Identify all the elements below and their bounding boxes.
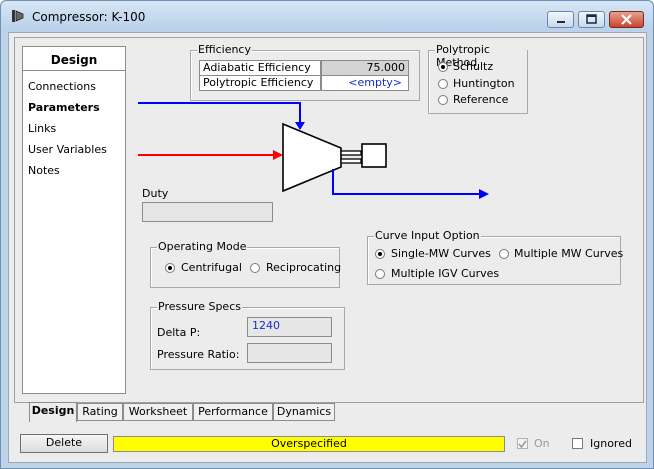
schultz-radio[interactable] (438, 62, 448, 72)
compressor-app-icon (12, 10, 24, 22)
ignored-label: Ignored (590, 437, 632, 450)
close-button[interactable] (609, 11, 644, 28)
minimize-button[interactable] (547, 11, 574, 28)
tab-design[interactable]: Design (29, 402, 77, 422)
design-panel: Design Connections Parameters Links User… (14, 37, 644, 403)
pressure-specs-title: Pressure Specs (157, 300, 242, 313)
huntington-label: Huntington (453, 77, 515, 90)
title-bar[interactable]: Compressor: K-100 (1, 1, 653, 31)
restore-button[interactable] (578, 11, 605, 28)
compressor-unit-icon (282, 122, 387, 193)
energy-stream-line (138, 102, 301, 128)
adiabatic-efficiency-label: Adiabatic Efficiency (199, 60, 321, 76)
window-client: Design Connections Parameters Links User… (8, 32, 647, 463)
reciprocating-radio[interactable] (250, 263, 260, 273)
single-mw-radio[interactable] (375, 249, 385, 259)
polytropic-efficiency-value[interactable]: <empty> (321, 75, 409, 91)
window-title: Compressor: K-100 (32, 10, 146, 24)
curve-input-group: Curve Input Option Single-MW Curves Mult… (367, 229, 624, 285)
duty-field[interactable] (142, 202, 273, 222)
checkmark-icon (518, 440, 527, 449)
multiple-mw-radio[interactable] (499, 249, 509, 259)
restore-icon (586, 14, 597, 24)
compressor-flow-diagram (138, 102, 489, 199)
multiple-igv-label: Multiple IGV Curves (391, 267, 500, 280)
delta-p-field[interactable]: 1240 (247, 317, 332, 337)
ignored-checkbox[interactable] (572, 438, 583, 449)
huntington-radio[interactable] (438, 79, 448, 89)
curve-input-title: Curve Input Option (374, 229, 481, 242)
minimize-icon (557, 21, 565, 23)
nav-item-notes[interactable]: Notes (28, 164, 60, 177)
reciprocating-label: Reciprocating (266, 261, 342, 274)
delta-p-label: Delta P: (157, 326, 201, 339)
nav-item-links[interactable]: Links (28, 122, 56, 135)
nav-item-connections[interactable]: Connections (28, 80, 96, 93)
nav-item-parameters[interactable]: Parameters (28, 101, 100, 114)
multiple-mw-label: Multiple MW Curves (514, 247, 624, 260)
pressure-ratio-label: Pressure Ratio: (157, 348, 240, 361)
pressure-ratio-field[interactable] (247, 343, 332, 363)
tab-performance[interactable]: Performance (193, 403, 273, 421)
polytropic-efficiency-label: Polytropic Efficiency (199, 75, 321, 91)
single-mw-label: Single-MW Curves (391, 247, 491, 260)
multiple-igv-radio[interactable] (375, 269, 385, 279)
on-label: On (534, 437, 550, 450)
pressure-specs-group: Pressure Specs Delta P: 1240 Pressure Ra… (150, 300, 345, 370)
schultz-label: Schultz (453, 60, 494, 73)
nav-heading: Design (23, 47, 125, 71)
tab-rating[interactable]: Rating (77, 403, 123, 421)
nav-item-user-variables[interactable]: User Variables (28, 143, 107, 156)
tab-dynamics[interactable]: Dynamics (273, 403, 335, 421)
compressor-window: Compressor: K-100 Design Connections Par… (0, 0, 654, 469)
tab-worksheet[interactable]: Worksheet (123, 403, 193, 421)
status-bar: Overspecified (113, 436, 505, 452)
efficiency-group-title: Efficiency (197, 43, 252, 56)
product-stream-line (332, 169, 487, 195)
adiabatic-efficiency-value[interactable]: 75.000 (321, 60, 409, 76)
product-stream-arrow (479, 189, 489, 199)
centrifugal-label: Centrifugal (181, 261, 242, 274)
centrifugal-radio[interactable] (165, 263, 175, 273)
operating-mode-group: Operating Mode Centrifugal Reciprocating (150, 240, 342, 288)
design-nav-list: Design Connections Parameters Links User… (22, 46, 126, 394)
delete-button[interactable]: Delete (20, 434, 108, 453)
feed-stream-arrow (273, 150, 283, 160)
operating-mode-title: Operating Mode (157, 240, 248, 253)
on-checkbox[interactable] (517, 438, 528, 449)
duty-label: Duty (142, 187, 169, 200)
close-icon (621, 14, 632, 25)
